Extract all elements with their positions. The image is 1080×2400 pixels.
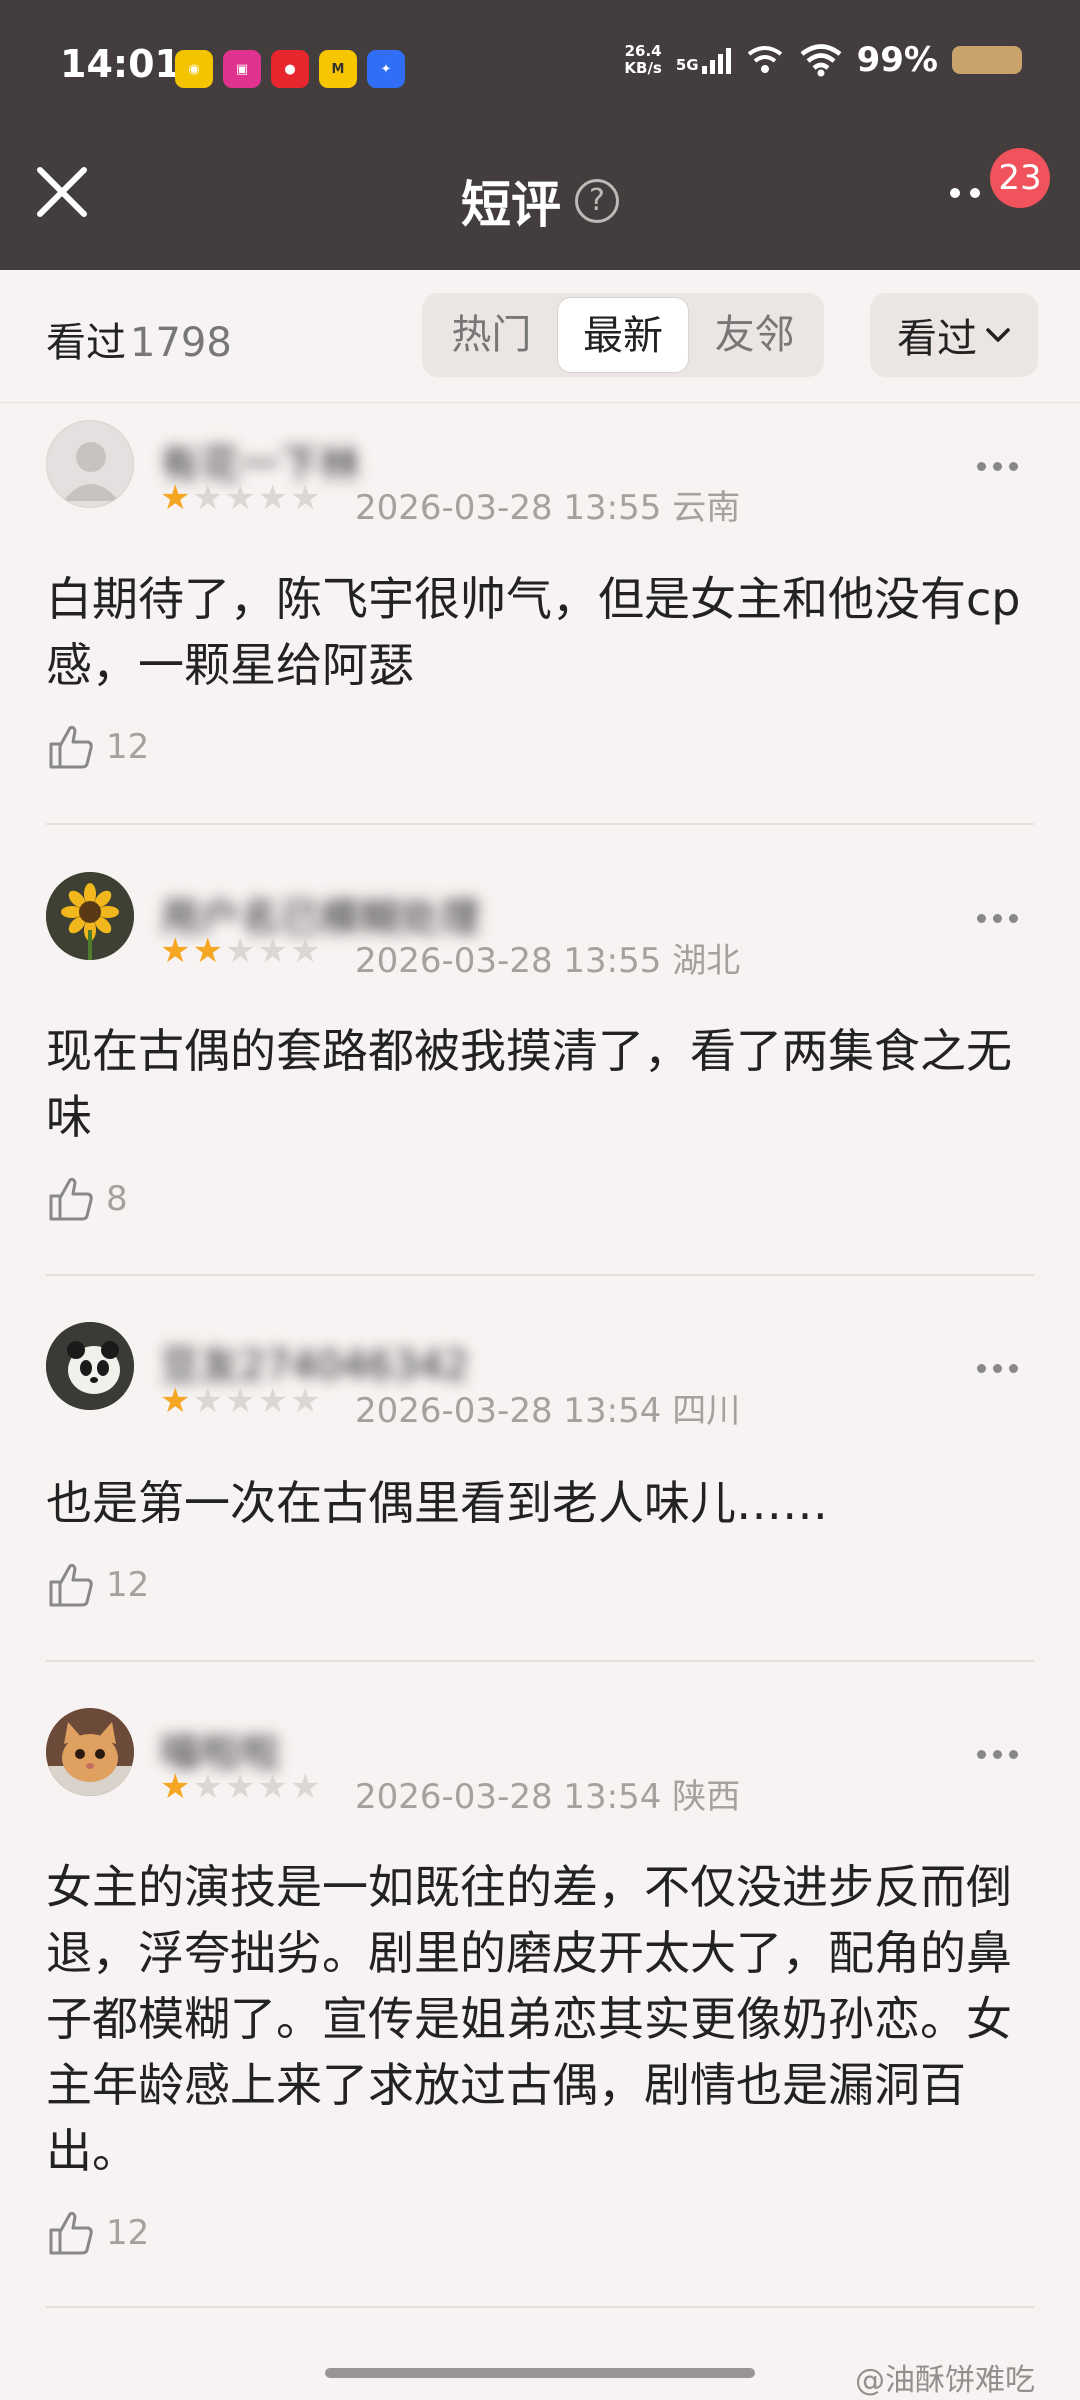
review-text: 白期待了，陈飞宇很帅气，但是女主和他没有cp感，一颗星给阿瑟 [46,572,1021,692]
review-meta: 2026-03-28 13:54 四川 [355,1383,740,1432]
star-empty-icon: ★ [224,1381,256,1421]
star-filled-icon: ★ [160,478,191,518]
divider [46,1274,1034,1276]
app-icon-pink: ▣ [223,50,261,88]
star-empty-icon: ★ [257,1381,288,1421]
chevron-down-icon [986,328,1010,342]
thumbs-up-icon [49,725,93,769]
review-date: 2026-03-28 13:55 [355,488,662,528]
battery-icon [952,46,1022,74]
like-count: 12 [106,1565,150,1605]
review-location: 湖北 [672,941,741,981]
divider [46,1660,1034,1662]
thumbs-up-icon [49,1563,93,1607]
meituan-icon: M [319,50,357,88]
star-filled-icon: ★ [160,1767,191,1807]
star-filled-icon: ★ [160,1381,191,1421]
app-header: 14:01 ◉ ▣ ● M ✦ 26.4 KB/s 5G 99% 短评 ? 23 [0,0,1080,270]
star-empty-icon: ★ [192,1767,223,1807]
tab-friends[interactable]: 友邻 [689,297,820,373]
avatar[interactable] [46,872,134,960]
seen-count-value: 1798 [130,320,232,366]
review-date: 2026-03-28 13:54 [355,1777,662,1817]
thumbs-up-icon [49,1177,93,1221]
like-button[interactable]: 8 [46,1174,128,1224]
star-empty-icon: ★ [289,931,321,971]
review-text: 也是第一次在古偶里看到老人味儿…… [46,1476,828,1530]
review-meta: 2026-03-28 13:54 陕西 [355,1769,740,1818]
watermark: @油酥饼难吃 [855,2363,1035,2398]
app-icon-red: ● [271,50,309,88]
star-empty-icon: ★ [224,931,256,971]
net-speed: 26.4 KB/s [624,43,661,77]
seen-count: 看过 1798 [46,310,232,368]
avatar[interactable] [46,420,134,508]
weibo-icon: ◉ [175,50,213,88]
star-filled-icon: ★ [192,931,223,971]
wifi-secondary-icon [747,46,782,73]
star-empty-icon: ★ [224,1767,256,1807]
star-filled-icon: ★ [160,931,191,971]
wifi-icon [800,44,842,77]
thumbs-up-icon [49,2211,93,2255]
star-empty-icon: ★ [289,1767,321,1807]
review-text: 女主的演技是一如既往的差，不仅没进步反而倒退，浮夸拙劣。剧里的磨皮开太大了，配角… [46,1860,1012,2178]
review-date: 2026-03-28 13:54 [355,1391,662,1431]
star-empty-icon: ★ [257,931,288,971]
divider [46,823,1034,825]
star-empty-icon: ★ [257,478,288,518]
divider [46,2306,1034,2308]
network-type: 5G [675,56,699,74]
like-button[interactable]: 12 [46,722,149,772]
status-app-icons: ◉ ▣ ● M ✦ [175,50,405,88]
home-indicator[interactable] [325,2368,755,2378]
status-time: 14:01 [60,42,181,86]
more-options-icon[interactable] [950,188,980,198]
notification-badge[interactable]: 23 [990,148,1050,208]
review-location: 四川 [672,1391,741,1431]
rating-stars: ★ ★ ★ ★ ★ [160,934,320,968]
review-menu-icon[interactable] [977,1750,1018,1759]
avatar[interactable] [46,1322,134,1410]
review-date: 2026-03-28 13:55 [355,941,662,981]
rating-stars: ★ ★ ★ ★ ★ [160,1384,320,1418]
page-title: 短评 [461,176,561,234]
avatar[interactable] [46,1708,134,1796]
star-empty-icon: ★ [289,478,321,518]
net-speed-value: 26.4 [624,42,662,60]
page-title-bar: 短评 ? [0,165,1080,237]
like-count: 12 [106,2213,150,2253]
review-menu-icon[interactable] [977,462,1018,471]
like-count: 8 [106,1179,128,1219]
star-empty-icon: ★ [257,1767,288,1807]
net-speed-unit: KB/s [624,59,662,77]
like-button[interactable]: 12 [46,2208,149,2258]
review-location: 陕西 [672,1777,741,1817]
tab-hot[interactable]: 热门 [426,297,557,373]
star-empty-icon: ★ [192,1381,223,1421]
status-indicators: 26.4 KB/s 5G 99% [624,40,1022,80]
star-empty-icon: ★ [224,478,256,518]
review-text: 现在古偶的套路都被我摸清了，看了两集食之无味 [46,1024,1012,1144]
review-location: 云南 [672,488,741,528]
rating-stars: ★ ★ ★ ★ ★ [160,481,320,515]
seen-label: 看过 [46,320,126,366]
tab-latest[interactable]: 最新 [556,297,690,373]
star-empty-icon: ★ [192,478,223,518]
help-icon[interactable]: ? [575,179,619,223]
rating-stars: ★ ★ ★ ★ ★ [160,1770,320,1804]
like-count: 12 [106,727,150,767]
sort-tabs: 热门 最新 友邻 [422,293,824,377]
dropdown-label: 看过 [897,316,977,362]
review-meta: 2026-03-28 13:55 云南 [355,480,740,529]
battery-percent: 99% [856,40,938,80]
star-empty-icon: ★ [289,1381,321,1421]
app-icon-blue: ✦ [367,50,405,88]
review-menu-icon[interactable] [977,914,1018,923]
cellular-signal-icon: 5G [676,46,731,74]
like-button[interactable]: 12 [46,1560,149,1610]
status-filter-dropdown[interactable]: 看过 [870,293,1038,377]
review-meta: 2026-03-28 13:55 湖北 [355,933,740,982]
review-menu-icon[interactable] [977,1364,1018,1373]
